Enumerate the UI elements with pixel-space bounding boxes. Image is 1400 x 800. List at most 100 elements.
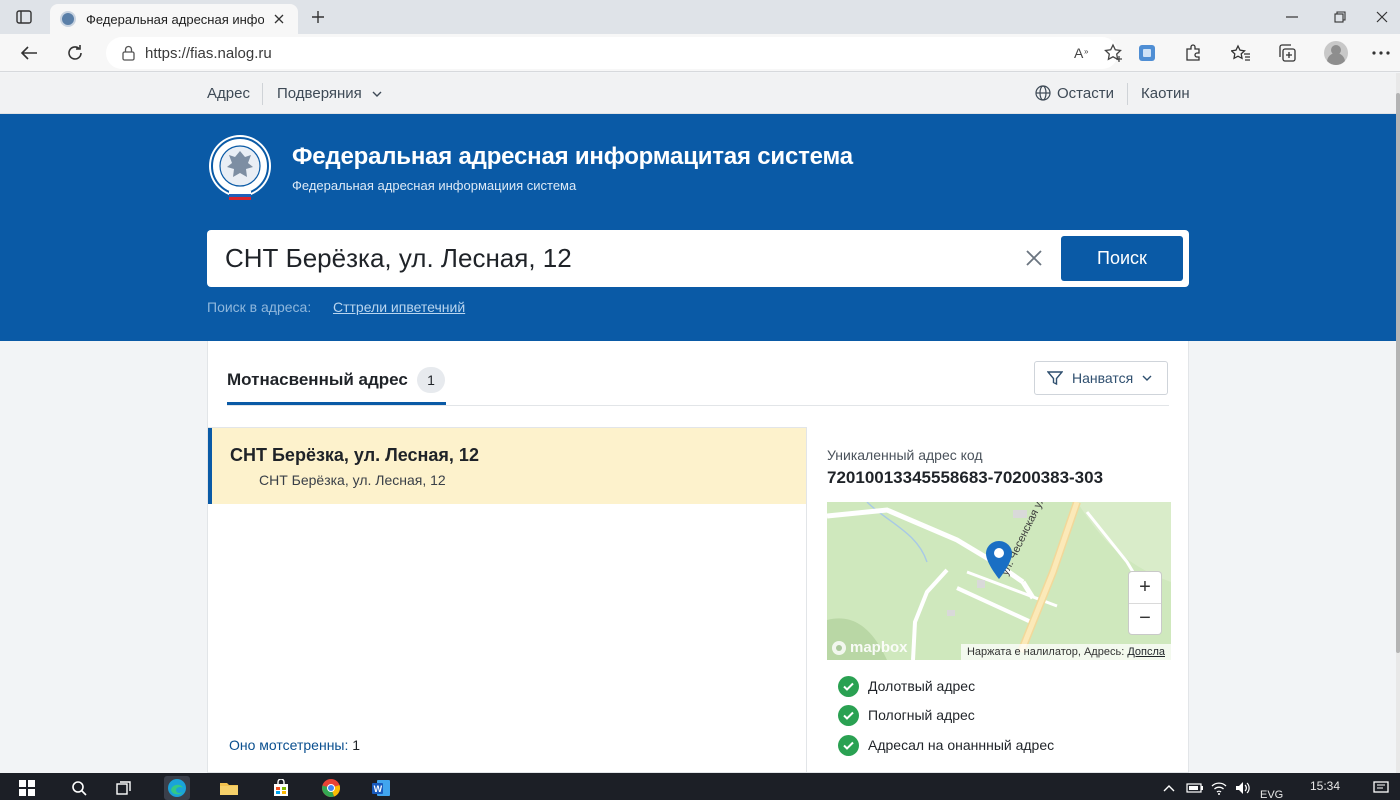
results-footer-label: Оно мотсетренны: bbox=[229, 737, 349, 753]
nav-divider bbox=[1127, 83, 1128, 105]
back-arrow-icon[interactable] bbox=[16, 41, 42, 65]
store-icon[interactable] bbox=[268, 776, 294, 800]
results-footer-value: 1 bbox=[352, 737, 361, 753]
nav-more-dropdown[interactable]: Подверяния bbox=[277, 85, 382, 102]
chevron-up-icon[interactable] bbox=[1156, 776, 1182, 800]
address-bar[interactable]: https://fias.nalog.ru A» bbox=[106, 37, 1122, 69]
map-attribution-link[interactable]: Допсла bbox=[1127, 646, 1165, 658]
tab-title: Федеральная адресная информ bbox=[86, 11, 264, 27]
chevron-down-icon bbox=[372, 91, 382, 98]
chevron-down-icon bbox=[1142, 375, 1152, 381]
page-scrollbar[interactable] bbox=[1396, 73, 1400, 773]
check-circle-icon bbox=[838, 734, 859, 756]
minimize-window-icon[interactable] bbox=[1280, 6, 1304, 28]
location-pin-icon[interactable] bbox=[985, 540, 1013, 580]
location-map[interactable]: ул. Чесенская ул. + − mapbox Наржата е н… bbox=[827, 502, 1171, 660]
nav-lang-label: Остасти bbox=[1057, 85, 1114, 102]
svg-text:»: » bbox=[1084, 47, 1089, 56]
add-favorite-icon[interactable] bbox=[1102, 41, 1126, 65]
result-title: СНТ Берёзка, ул. Лесная, 12 bbox=[230, 445, 479, 465]
windows-start-icon[interactable] bbox=[14, 776, 40, 800]
filter-label: Нанватся bbox=[1072, 370, 1134, 386]
close-window-icon[interactable] bbox=[1370, 6, 1394, 28]
chrome-icon[interactable] bbox=[318, 776, 344, 800]
extension-icon[interactable] bbox=[1134, 41, 1160, 65]
check-circle-icon bbox=[838, 675, 859, 697]
scrollbar-thumb[interactable] bbox=[1396, 93, 1400, 653]
check-row-1: Долотвый адрес bbox=[838, 675, 975, 697]
address-code-value: 72010013345558683-70200383-303 bbox=[827, 468, 1104, 487]
search-hint-link[interactable]: Сттрели ипветечний bbox=[333, 299, 465, 315]
svg-text:A: A bbox=[1074, 45, 1084, 61]
task-view-icon[interactable] bbox=[112, 776, 138, 800]
favorites-icon[interactable] bbox=[1228, 41, 1254, 65]
nav-more-label: Подверяния bbox=[277, 85, 362, 102]
nav-divider bbox=[262, 83, 263, 105]
check-label: Пологный адрес bbox=[868, 707, 975, 723]
zoom-out-button[interactable]: − bbox=[1129, 603, 1161, 634]
check-row-3: Адресал на онаннный адрес bbox=[838, 734, 1054, 756]
results-count-badge: 1 bbox=[417, 367, 445, 393]
puzzle-extensions-icon[interactable] bbox=[1180, 41, 1206, 65]
search-hint-label: Поиск в адреса: bbox=[207, 299, 312, 315]
volume-icon[interactable] bbox=[1230, 776, 1256, 800]
map-attribution: Наржата е налилатор, Адресь: Допсла bbox=[960, 644, 1171, 660]
check-circle-icon bbox=[838, 704, 859, 726]
nav-address-link[interactable]: Адрес bbox=[207, 85, 250, 102]
more-options-icon[interactable] bbox=[1368, 41, 1394, 65]
tab-actions-icon[interactable] bbox=[10, 6, 38, 28]
clear-search-icon[interactable] bbox=[1023, 247, 1045, 269]
read-aloud-icon[interactable]: A» bbox=[1072, 41, 1096, 65]
panel-divider bbox=[806, 427, 807, 773]
windows-taskbar: W EVG 15:34 bbox=[0, 773, 1400, 800]
refresh-icon[interactable] bbox=[62, 41, 88, 65]
map-tiles bbox=[827, 502, 1171, 660]
search-button[interactable]: Поиск bbox=[1061, 236, 1183, 281]
collections-icon[interactable] bbox=[1274, 41, 1300, 65]
results-tab-label[interactable]: Мотнасвенный адрес bbox=[227, 370, 408, 390]
site-top-nav: Адрес Подверяния Остасти Каотин bbox=[0, 73, 1396, 114]
address-search-input[interactable]: СНТ Берёзка, ул. Лесная, 12 bbox=[225, 243, 572, 274]
close-tab-icon[interactable] bbox=[270, 10, 288, 28]
map-zoom-control: + − bbox=[1129, 572, 1161, 634]
clock-time[interactable]: 15:34 bbox=[1310, 779, 1340, 793]
nav-lang-link[interactable]: Остасти bbox=[1035, 85, 1114, 102]
check-label: Долотвый адрес bbox=[868, 678, 976, 694]
site-favicon-icon bbox=[60, 11, 76, 27]
search-icon[interactable] bbox=[66, 776, 92, 800]
nav-login-link[interactable]: Каотин bbox=[1141, 85, 1190, 102]
check-label: Адресал на онаннный адрес bbox=[868, 737, 1055, 753]
notifications-icon[interactable] bbox=[1368, 776, 1394, 800]
fns-emblem-logo[interactable] bbox=[207, 133, 273, 203]
edge-browser-icon[interactable] bbox=[164, 776, 190, 800]
wifi-icon[interactable] bbox=[1206, 776, 1232, 800]
lock-icon[interactable] bbox=[122, 45, 135, 61]
mapbox-logo[interactable]: mapbox bbox=[831, 639, 908, 656]
address-code-label: Уникаленный адрес код bbox=[827, 447, 983, 463]
globe-icon bbox=[1035, 85, 1051, 101]
battery-icon[interactable] bbox=[1182, 776, 1208, 800]
browser-tab[interactable]: Федеральная адресная информ bbox=[50, 4, 298, 34]
site-subtitle: Федеральная адресная информациия система bbox=[292, 178, 577, 193]
browser-toolbar: https://fias.nalog.ru A» bbox=[0, 34, 1400, 72]
mapbox-logo-icon bbox=[832, 640, 846, 655]
input-language-indicator[interactable]: EVG bbox=[1260, 789, 1283, 800]
tabs-divider bbox=[227, 405, 1169, 406]
check-row-2: Пологный адрес bbox=[838, 704, 975, 726]
url-text[interactable]: https://fias.nalog.ru bbox=[145, 45, 272, 62]
results-footer: Оно мотсетренны: 1 bbox=[229, 737, 360, 753]
result-subtitle: СНТ Берёзка, ул. Лесная, 12 bbox=[259, 472, 446, 488]
word-icon[interactable]: W bbox=[368, 776, 394, 800]
filter-button[interactable]: Нанватся bbox=[1034, 361, 1168, 395]
file-explorer-icon[interactable] bbox=[216, 776, 242, 800]
map-attribution-text: Наржата е налилатор, Адресь: bbox=[966, 646, 1125, 658]
site-title: Федеральная адресная информацитая систем… bbox=[292, 143, 853, 170]
svg-text:W: W bbox=[374, 784, 383, 794]
filter-icon bbox=[1047, 371, 1063, 386]
restore-window-icon[interactable] bbox=[1328, 6, 1352, 28]
new-tab-icon[interactable] bbox=[306, 6, 330, 28]
list-item[interactable]: СНТ Берёзка, ул. Лесная, 12 СНТ Берёзка,… bbox=[208, 428, 806, 504]
profile-avatar[interactable] bbox=[1324, 41, 1348, 65]
browser-tab-bar: Федеральная адресная информ bbox=[0, 0, 1400, 34]
zoom-in-button[interactable]: + bbox=[1129, 572, 1161, 603]
